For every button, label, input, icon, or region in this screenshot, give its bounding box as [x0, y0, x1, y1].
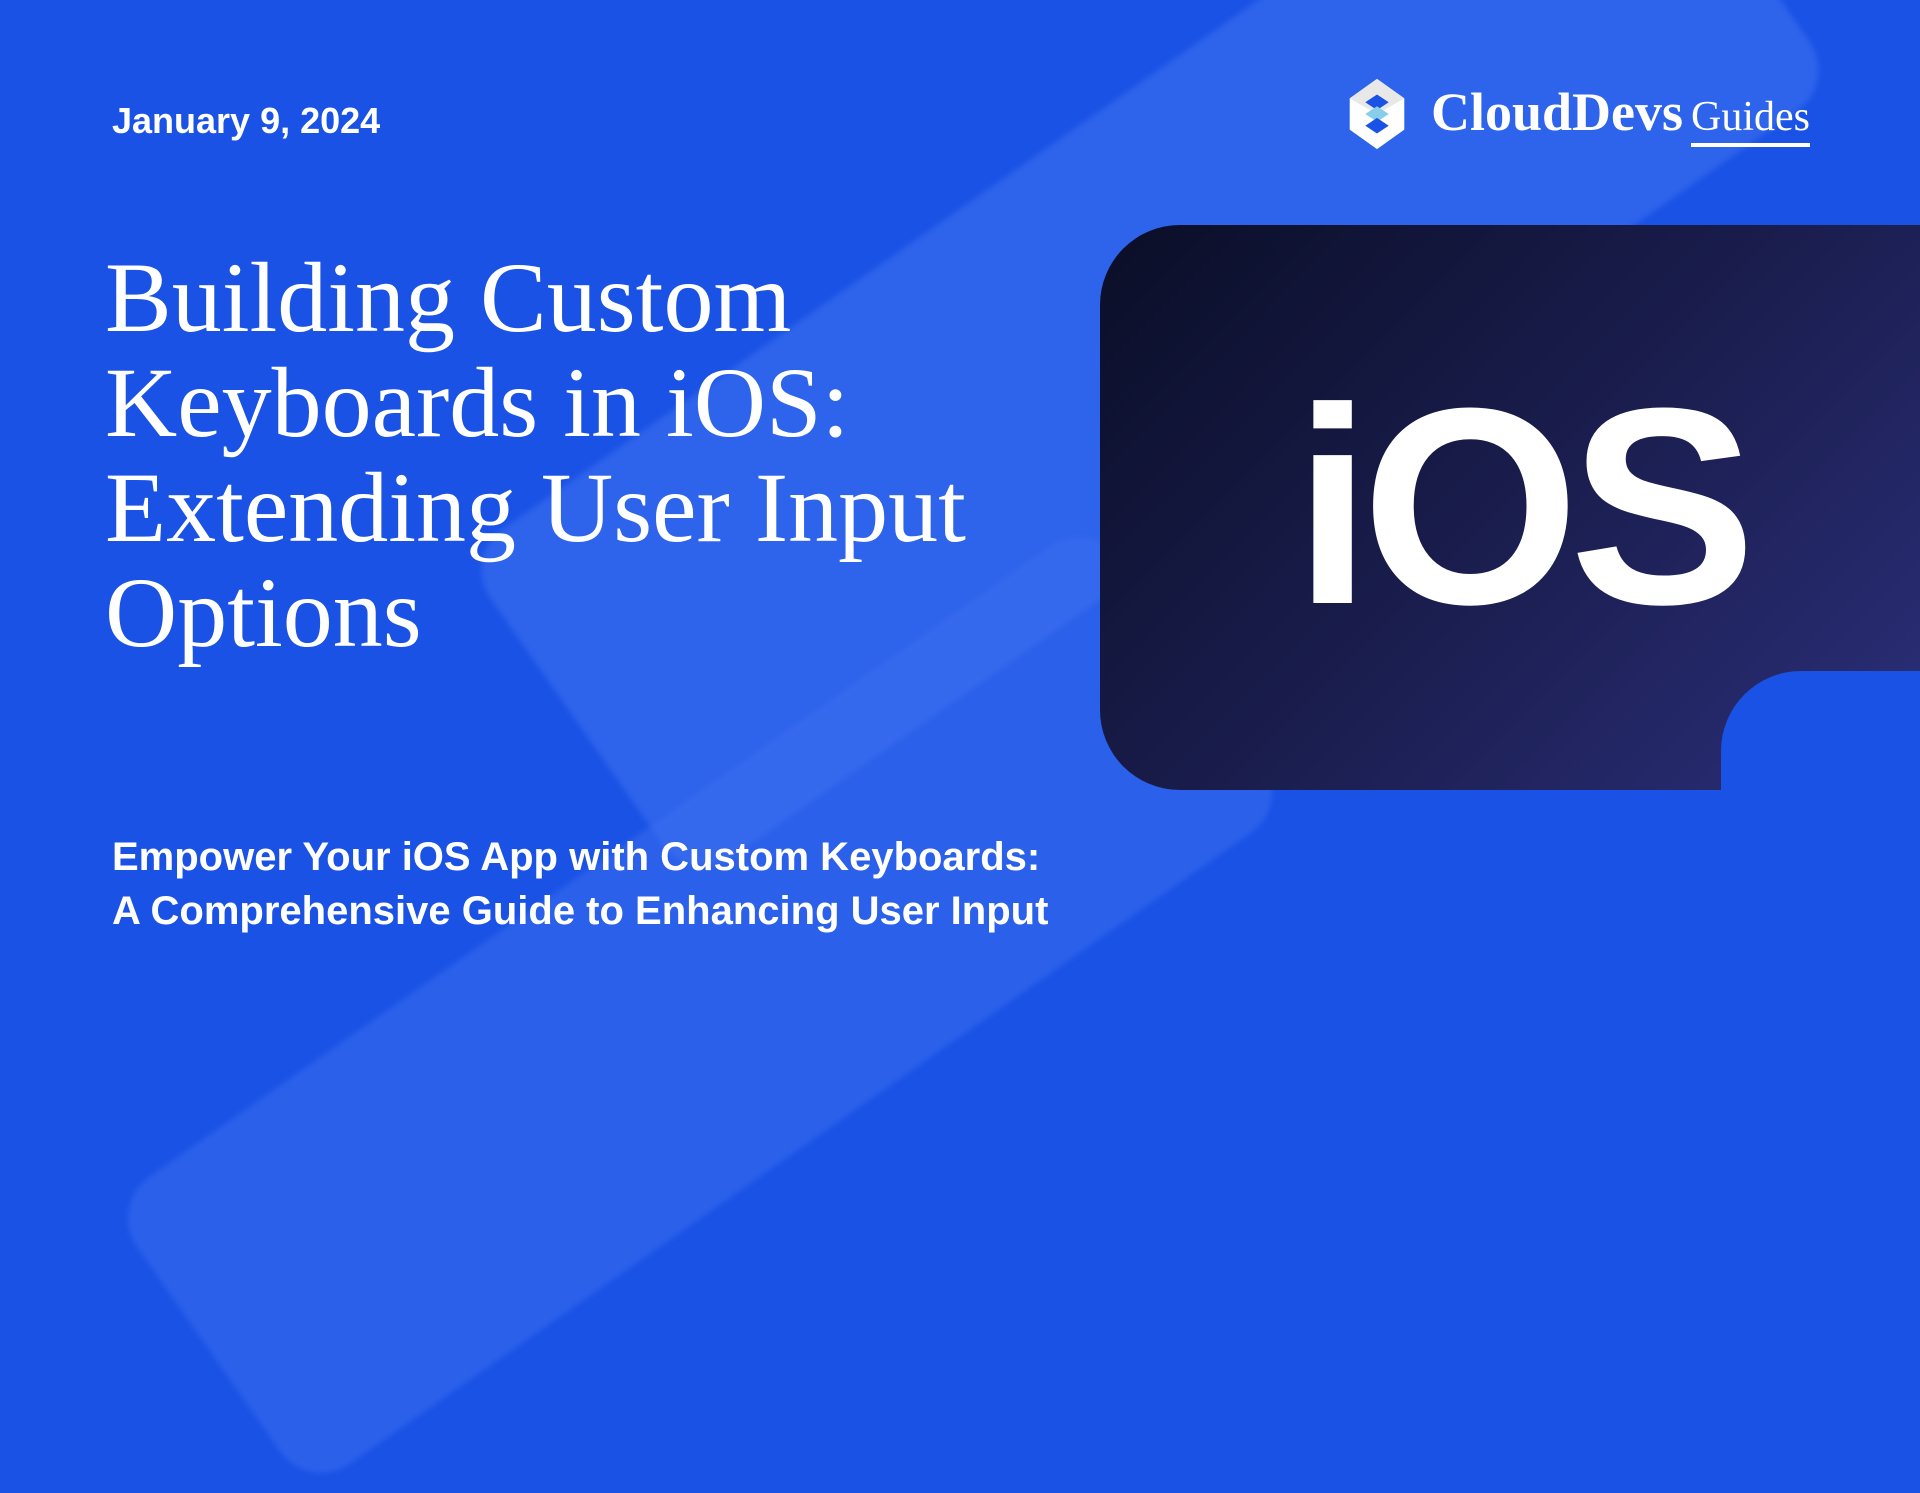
slide-content: January 9, 2024 Building Custom Keyboard…	[0, 0, 1920, 1080]
main-title: Building Custom Keyboards in iOS: Extend…	[105, 245, 1085, 665]
badge-corner-cutout	[1721, 671, 1920, 791]
brand-text: CloudDevs Guides	[1431, 81, 1810, 147]
brand-name: CloudDevs	[1431, 81, 1683, 143]
subtitle-line-2: A Comprehensive Guide to Enhancing User …	[112, 884, 1048, 938]
ios-badge: iOS	[1100, 225, 1920, 790]
subtitle: Empower Your iOS App with Custom Keyboar…	[112, 830, 1048, 938]
brand-category: Guides	[1691, 93, 1810, 147]
clouddevs-icon	[1338, 75, 1416, 153]
brand-logo-container: CloudDevs Guides	[1338, 75, 1810, 153]
subtitle-line-1: Empower Your iOS App with Custom Keyboar…	[112, 830, 1048, 884]
publication-date: January 9, 2024	[112, 100, 380, 142]
ios-badge-text: iOS	[1294, 347, 1746, 668]
